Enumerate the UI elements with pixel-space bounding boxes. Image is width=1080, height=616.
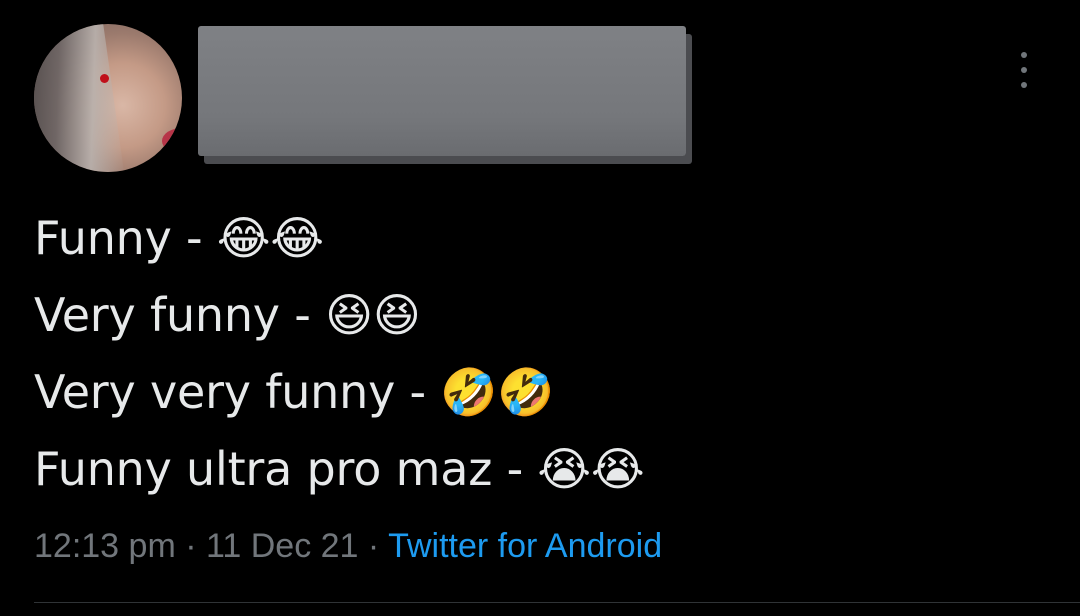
more-dot (1021, 67, 1027, 73)
tweet-line: Very very funny - 🤣🤣 (34, 365, 555, 419)
divider (34, 602, 1080, 603)
meta-separator: · (367, 527, 380, 565)
tweet-time[interactable]: 12:13 pm (34, 527, 176, 565)
tweet-line: Very funny - 😆😆 (34, 288, 421, 342)
author-avatar[interactable] (34, 24, 182, 172)
tweet-text: Funny - 😂😂 Very funny - 😆😆 Very very fun… (34, 200, 1044, 508)
tweet-metadata: 12:13 pm · 11 Dec 21 · Twitter for Andro… (34, 522, 662, 570)
tweet-date[interactable]: 11 Dec 21 (206, 527, 358, 565)
tweet-line: Funny - 😂😂 (34, 211, 324, 265)
tweet-line: Funny ultra pro maz - 😭😭 (34, 442, 645, 496)
avatar-hair (34, 24, 127, 172)
avatar-lip (162, 128, 182, 154)
more-dot (1021, 52, 1027, 58)
meta-separator: · (185, 527, 197, 565)
more-vertical-icon[interactable] (1012, 52, 1036, 88)
tweet-source-link[interactable]: Twitter for Android (388, 527, 662, 565)
author-name-redaction (198, 26, 686, 156)
more-dot (1021, 82, 1027, 88)
avatar-bindi (100, 74, 109, 83)
